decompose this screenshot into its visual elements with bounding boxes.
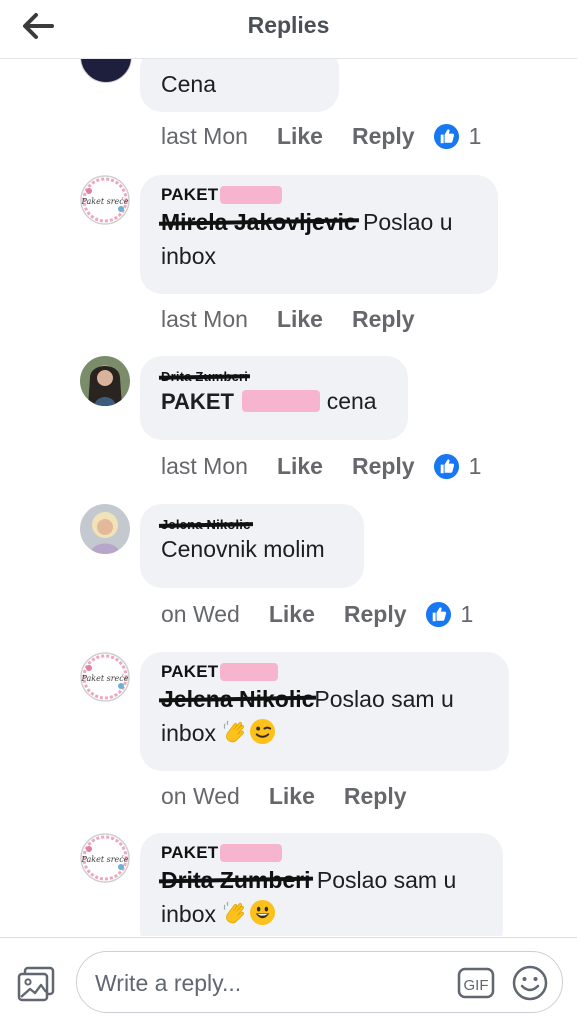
like-reaction-icon[interactable]	[433, 123, 460, 150]
tagged-user[interactable]: Mirela Jakovljevic	[161, 205, 357, 239]
comment-text: Mirela Jakovljevic Poslao u inbox	[161, 205, 477, 273]
comment-time: last Mon	[161, 306, 248, 332]
comment-time: on Wed	[161, 783, 240, 809]
redaction-block	[220, 186, 283, 204]
comment-actions: on Wed Like Reply 1	[161, 601, 473, 628]
page-avatar[interactable]: Paket sreće	[80, 652, 130, 702]
user-photo-icon	[80, 356, 130, 406]
grinning-face-emoji	[250, 899, 276, 926]
reaction-count: 1	[460, 601, 474, 627]
comment-actions: last Mon Like Reply 1	[161, 453, 481, 480]
top-bar: Replies	[0, 0, 577, 59]
reaction-count: 1	[468, 453, 482, 479]
comment-text: Cenovnik molim	[161, 536, 325, 562]
avatar[interactable]	[80, 59, 132, 83]
reply-input-box[interactable]: GIF	[76, 951, 563, 1013]
page-avatar[interactable]: Paket sreće	[80, 833, 130, 883]
reaction-count: 1	[468, 123, 482, 149]
reply-button[interactable]: Reply	[352, 453, 415, 480]
gif-button[interactable]: GIF	[457, 966, 495, 1000]
redaction-block	[220, 663, 279, 681]
comment-actions: last Mon Like Reply 1	[161, 123, 481, 150]
avatar[interactable]	[80, 504, 130, 554]
page-logo-icon: Paket sreće	[80, 652, 130, 702]
comment-time: last Mon	[161, 453, 248, 479]
like-button[interactable]: Like	[269, 601, 315, 628]
svg-text:Paket sreće: Paket sreće	[80, 674, 128, 683]
comment-author[interactable]: Drita Zumberi	[161, 369, 248, 384]
page-logo-icon: Paket sreće	[80, 833, 130, 883]
avatar[interactable]	[80, 356, 130, 406]
svg-text:GIF: GIF	[464, 977, 489, 994]
comment-author[interactable]: PAKET	[161, 185, 283, 205]
waving-hand-emoji	[224, 720, 245, 743]
gif-icon: GIF	[457, 967, 495, 999]
svg-text:Paket sreće: Paket sreće	[80, 855, 128, 864]
comment-bubble: Cena	[140, 59, 339, 112]
reply-button[interactable]: Reply	[344, 783, 407, 810]
like-button[interactable]: Like	[269, 783, 315, 810]
comment-text: Jelena NikolicPoslao sam u inbox	[161, 682, 488, 750]
waving-hand-emoji	[224, 901, 245, 924]
comment-author[interactable]: PAKET	[161, 662, 279, 682]
comment-bubble: PAKET Mirela Jakovljevic Poslao u inbox	[140, 175, 498, 294]
svg-text:Paket sreće: Paket sreće	[80, 197, 128, 206]
like-button[interactable]: Like	[277, 453, 323, 480]
photo-icon	[17, 966, 55, 1002]
tagged-user[interactable]: Drita Zumberi	[161, 863, 311, 897]
tagged-user[interactable]: Jelena Nikolic	[161, 682, 314, 716]
reply-button[interactable]: Reply	[352, 306, 415, 333]
page-title: Replies	[247, 12, 330, 38]
comment-bubble: Drita Zumberi PAKET cena	[140, 356, 408, 440]
like-reaction-icon[interactable]	[425, 601, 452, 628]
comment-actions: on Wed Like Reply	[161, 783, 425, 810]
page-avatar[interactable]: Paket sreće	[80, 175, 130, 225]
reply-composer: GIF	[0, 937, 577, 1025]
emoji-button[interactable]	[511, 964, 549, 1002]
comment-bubble: PAKET Jelena NikolicPoslao sam u inbox	[140, 652, 509, 771]
user-photo-icon	[80, 504, 130, 554]
comment-time: on Wed	[161, 601, 240, 627]
add-photo-button[interactable]	[16, 965, 56, 1003]
comment-text: Cena	[161, 71, 216, 97]
replies-list[interactable]: Cena last Mon Like Reply 1 Paket sreće P	[0, 59, 577, 936]
comment-author[interactable]: Jelena Nikolic	[161, 517, 251, 532]
like-button[interactable]: Like	[277, 123, 323, 150]
redaction-block	[220, 844, 283, 862]
comment-text: Drita Zumberi Poslao sam u inbox	[161, 863, 482, 931]
page-logo-icon: Paket sreće	[80, 175, 130, 225]
like-button[interactable]: Like	[277, 306, 323, 333]
comment-text: PAKET cena	[161, 388, 377, 414]
comment-actions: last Mon Like Reply	[161, 306, 433, 333]
like-reaction-icon[interactable]	[433, 453, 460, 480]
comment-author[interactable]: PAKET	[161, 843, 283, 863]
reply-button[interactable]: Reply	[352, 123, 415, 150]
comment-bubble: Jelena Nikolic Cenovnik molim	[140, 504, 364, 588]
reply-button[interactable]: Reply	[344, 601, 407, 628]
redaction-block	[242, 390, 321, 412]
reply-input[interactable]	[93, 964, 437, 1002]
comment-bubble: PAKET Drita Zumberi Poslao sam u inbox	[140, 833, 503, 936]
comment-time: last Mon	[161, 123, 248, 149]
winking-face-emoji	[250, 718, 276, 745]
smiley-icon	[512, 965, 548, 1001]
